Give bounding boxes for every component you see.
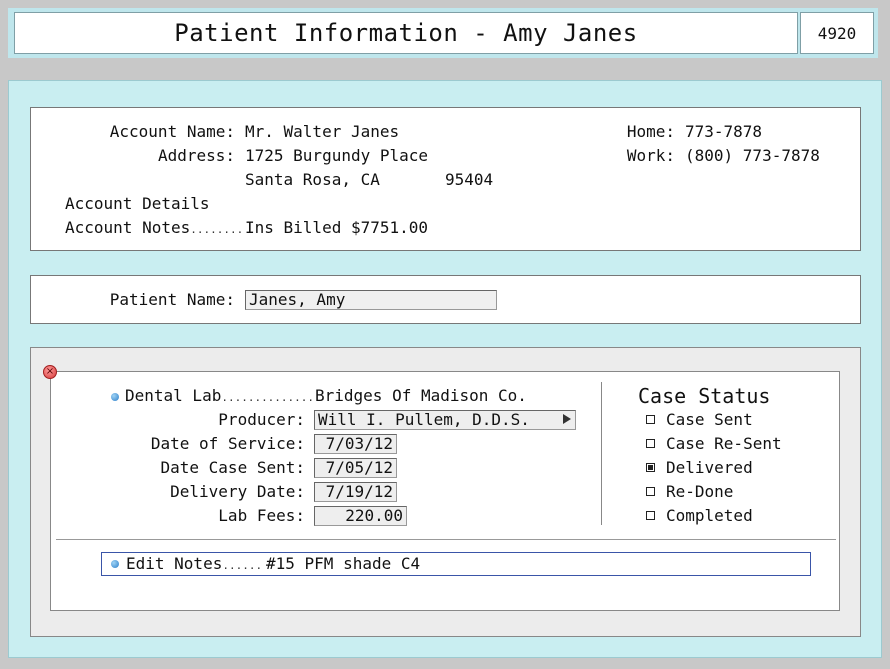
service-date-label: Date of Service: <box>150 434 305 453</box>
patient-name-field[interactable]: Janes, Amy <box>245 290 497 310</box>
lab-fees-field[interactable]: 220.00 <box>314 506 407 526</box>
lab-case-panel: × Dental Lab.............. Bridges Of Ma… <box>30 347 861 637</box>
patient-name-label: Patient Name: <box>109 290 235 309</box>
case-sent-date-field[interactable]: 7/05/12 <box>314 458 397 478</box>
account-notes-link[interactable]: Account Notes........ <box>65 218 243 240</box>
window-title: Patient Information - Amy Janes <box>14 12 798 54</box>
account-name-value: Mr. Walter Janes <box>245 122 400 141</box>
edit-notes-value: #15 PFM shade C4 <box>266 554 421 573</box>
lab-case-inner: × Dental Lab.............. Bridges Of Ma… <box>43 365 840 611</box>
checkbox-case-sent[interactable] <box>646 415 655 424</box>
work-phone-label: Work: <box>626 146 675 165</box>
edit-notes-link[interactable]: Edit Notes...... <box>126 554 262 576</box>
chevron-right-icon <box>563 414 571 424</box>
title-bar: Patient Information - Amy Janes 4920 <box>8 8 878 58</box>
work-phone-value: (800) 773-7878 <box>685 146 820 165</box>
checkbox-case-re-sent[interactable] <box>646 439 655 448</box>
account-name-label: Account Name: <box>109 122 235 141</box>
leader-dots: ........ <box>190 223 244 236</box>
edit-notes-row[interactable]: Edit Notes...... #15 PFM shade C4 <box>101 552 811 576</box>
producer-label: Producer: <box>218 410 305 429</box>
dental-lab-link[interactable]: Dental Lab.............. <box>125 386 314 408</box>
address-label: Address: <box>157 146 235 165</box>
case-sent-date-label: Date Case Sent: <box>160 458 306 477</box>
bullet-icon <box>111 560 119 568</box>
producer-value: Will I. Pullem, D.D.S. <box>318 410 530 429</box>
record-number: 4920 <box>800 12 874 54</box>
vertical-divider <box>601 382 602 525</box>
address-city-state: Santa Rosa, CA <box>245 170 380 189</box>
delivery-date-label: Delivery Date: <box>170 482 305 501</box>
case-sent-label: Case Sent <box>666 410 753 429</box>
account-panel: Account Name: Mr. Walter Janes Address: … <box>30 107 861 251</box>
dental-lab-value: Bridges Of Madison Co. <box>315 386 527 405</box>
patient-panel: Patient Name: Janes, Amy <box>30 275 861 324</box>
home-phone-value: 773-7878 <box>685 122 763 141</box>
home-phone-label: Home: <box>626 122 675 141</box>
close-icon[interactable]: × <box>43 365 57 379</box>
address-zip: 95404 <box>445 170 494 189</box>
lab-fees-label: Lab Fees: <box>218 506 305 525</box>
horizontal-divider <box>56 539 836 540</box>
service-date-field[interactable]: 7/03/12 <box>314 434 397 454</box>
checkbox-completed[interactable] <box>646 511 655 520</box>
case-status-heading: Case Status <box>638 384 771 408</box>
account-notes-value: Ins Billed $7751.00 <box>245 218 429 237</box>
checkbox-re-done[interactable] <box>646 487 655 496</box>
edit-notes-label: Edit Notes <box>126 554 223 573</box>
completed-label: Completed <box>666 506 753 525</box>
leader-dots: ...... <box>222 559 263 572</box>
bullet-icon <box>111 393 119 401</box>
dental-lab-label: Dental Lab <box>125 386 222 405</box>
account-notes-label: Account Notes <box>65 218 191 237</box>
delivered-label: Delivered <box>666 458 753 477</box>
main-area: Account Name: Mr. Walter Janes Address: … <box>8 80 882 658</box>
producer-select[interactable]: Will I. Pullem, D.D.S. <box>314 410 576 430</box>
account-details-link[interactable]: Account Details <box>65 194 210 214</box>
address-line1: 1725 Burgundy Place <box>245 146 429 165</box>
case-re-sent-label: Case Re-Sent <box>666 434 782 453</box>
re-done-label: Re-Done <box>666 482 734 501</box>
checkbox-delivered[interactable] <box>646 463 655 472</box>
leader-dots: .............. <box>221 391 315 404</box>
delivery-date-field[interactable]: 7/19/12 <box>314 482 397 502</box>
